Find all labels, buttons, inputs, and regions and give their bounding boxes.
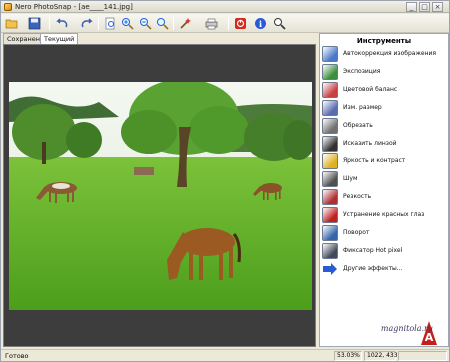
lens-distort-icon [322,135,338,152]
stop-icon[interactable] [233,16,248,31]
zoom-in-icon[interactable] [120,16,135,31]
sharpness-icon [322,189,338,206]
window-title: Nero PhotoSnap - [ae____141.jpg] [15,3,133,11]
tool-label: Исказить линзой [343,139,397,147]
watermark-text: magnitola.ru [380,324,433,333]
cursor-coords: 1022, 433 [364,351,398,361]
tool-label: Изм. размер [343,103,382,111]
tool-item[interactable]: Цветовой баланс [321,81,447,99]
tool-label: Резкость [343,193,372,201]
tool-label: Устранение красных глаз [343,211,425,219]
tool-label: Яркость и контраст [343,157,406,165]
tool-item[interactable]: Яркость и контраст [321,153,447,170]
tools-panel-title: Инструменты [356,37,412,45]
tool-item[interactable]: Автокоррекция изображения [321,46,447,63]
tools-panel: Инструменты Автокоррекция изображения Экс… [319,33,449,347]
arrow-right-icon [322,261,338,277]
auto-correct-icon [322,46,338,62]
app-window: Nero PhotoSnap - [ae____141.jpg] _ □ × i… [0,0,450,362]
maximize-button[interactable]: □ [419,2,430,12]
zoom-out-icon[interactable] [138,16,153,31]
noise-icon [322,171,338,188]
tool-label: Шум [343,175,358,183]
watermark-logo: A magnitola.ru [377,319,447,347]
image-viewer[interactable] [3,44,316,347]
tool-label: Обрезать [343,121,373,129]
tool-item[interactable]: Устранение красных глаз [321,207,447,224]
title-bar: Nero PhotoSnap - [ae____141.jpg] _ □ × [1,1,449,13]
hot-pixel-icon [322,242,338,259]
tool-label: Экспозиция [343,67,381,75]
help-icon[interactable] [272,16,287,31]
tool-item[interactable]: Экспозиция [321,63,447,81]
tool-item[interactable]: Изм. размер [321,99,447,117]
status-text: Готово [5,352,29,360]
red-eye-icon [322,207,338,224]
exposure-icon [322,63,338,80]
tool-label: Другие эффекты... [343,264,403,272]
color-balance-icon [322,81,338,98]
tool-label: Цветовой баланс [343,85,398,93]
minimize-button[interactable]: _ [406,2,417,12]
svg-text:i: i [259,19,262,29]
tool-item[interactable]: Шум [321,171,447,188]
open-folder-icon[interactable] [4,16,19,31]
tool-item[interactable]: Другие эффекты... [321,261,447,278]
tool-item[interactable]: Фиксатор Hot pixel [321,242,447,260]
app-icon [4,3,12,11]
brightness-contrast-icon [322,153,338,170]
status-bar: Готово 53.03% 1022, 433 [1,349,449,361]
tool-item[interactable]: Исказить линзой [321,135,447,153]
photo-image [9,82,312,310]
tool-label: Поворот [343,229,370,236]
toolbar: i [1,14,449,33]
rotate-icon [322,225,338,241]
crop-icon [322,117,338,134]
undo-icon[interactable] [55,16,70,31]
status-empty-cell [398,351,447,361]
tool-label: Фиксатор Hot pixel [343,246,403,254]
tool-item[interactable]: Обрезать [321,117,447,135]
magic-wand-icon[interactable] [178,16,193,31]
print-icon[interactable] [204,16,219,31]
tool-item[interactable]: Поворот [321,225,447,242]
info-icon[interactable]: i [253,16,268,31]
tool-label: Автокоррекция изображения [343,50,437,57]
zoom-level: 53.03% [334,351,362,361]
save-icon[interactable] [27,16,42,31]
close-button[interactable]: × [432,2,443,12]
zoom-fit-icon[interactable] [155,16,170,31]
zoom-page-icon[interactable] [103,16,118,31]
redo-icon[interactable] [79,16,94,31]
tool-item[interactable]: Резкость [321,189,447,206]
resize-icon [322,99,338,116]
